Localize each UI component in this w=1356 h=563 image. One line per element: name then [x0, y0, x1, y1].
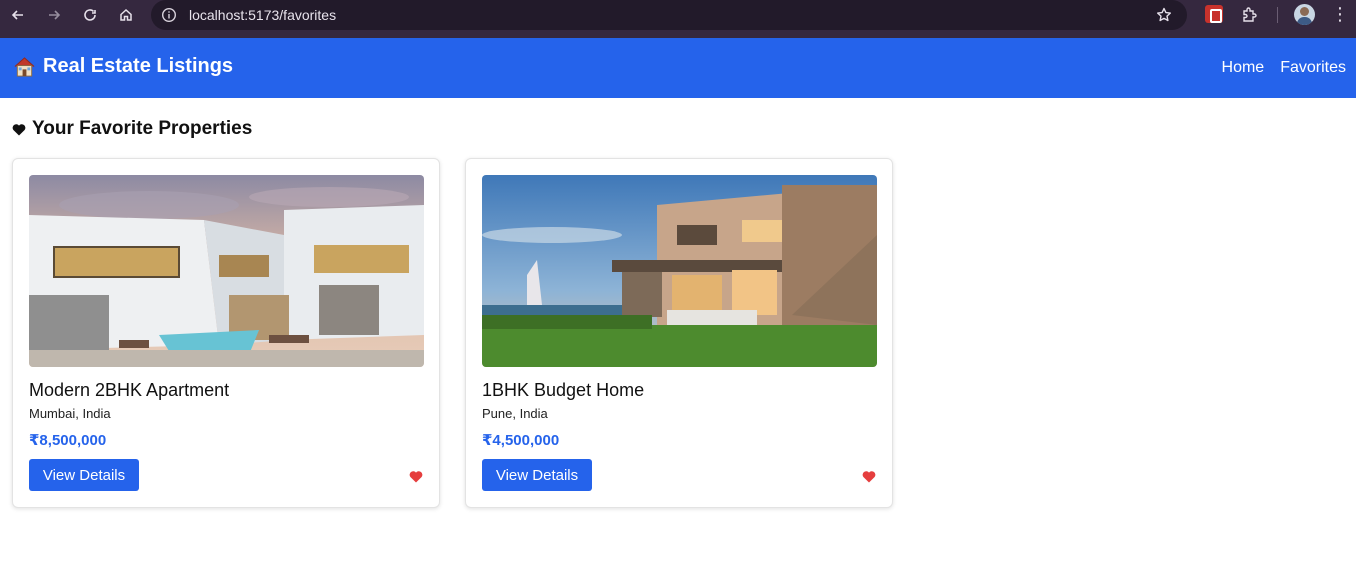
heart-icon: [12, 123, 26, 135]
favorite-heart-icon[interactable]: [409, 470, 423, 483]
property-location: Pune, India: [482, 406, 548, 421]
nav-home-link[interactable]: Home: [1222, 59, 1265, 77]
view-details-button[interactable]: View Details: [482, 459, 592, 491]
profile-avatar[interactable]: [1294, 4, 1315, 25]
address-url[interactable]: localhost:5173/favorites: [189, 7, 336, 23]
page-title-text: Your Favorite Properties: [32, 118, 253, 139]
property-card: 1BHK Budget Home Pune, India ₹4,500,000 …: [465, 158, 893, 508]
more-menu-icon[interactable]: ⋮: [1330, 5, 1350, 25]
nav-favorites-link[interactable]: Favorites: [1280, 59, 1346, 77]
back-icon[interactable]: [7, 4, 29, 26]
home-icon[interactable]: [115, 4, 137, 26]
property-location: Mumbai, India: [29, 406, 111, 421]
forward-icon[interactable]: [43, 4, 65, 26]
extensions-puzzle-icon[interactable]: [1240, 5, 1260, 25]
property-name: 1BHK Budget Home: [482, 380, 645, 400]
property-price: ₹4,500,000: [482, 432, 560, 449]
site-info-icon[interactable]: [161, 7, 177, 23]
property-photo[interactable]: [482, 175, 877, 367]
property-photo[interactable]: [29, 175, 424, 367]
brand[interactable]: Real Estate Listings: [13, 55, 233, 78]
extension-icon[interactable]: [1205, 5, 1223, 23]
page-title: Your Favorite Properties: [12, 118, 252, 140]
bookmark-star-icon[interactable]: [1155, 6, 1173, 24]
reload-icon[interactable]: [79, 4, 101, 26]
browser-toolbar: localhost:5173/favorites ⋮: [0, 0, 1356, 30]
main-nav: Home Favorites: [1222, 59, 1346, 77]
brand-title: Real Estate Listings: [43, 55, 234, 77]
browser-strip: [0, 30, 1356, 38]
view-details-button[interactable]: View Details: [29, 459, 139, 491]
address-bar[interactable]: localhost:5173/favorites: [151, 0, 1187, 30]
property-price: ₹8,500,000: [29, 432, 107, 449]
house-icon: [13, 55, 36, 78]
toolbar-divider: [1277, 7, 1278, 23]
favorite-heart-icon[interactable]: [862, 470, 876, 483]
property-name: Modern 2BHK Apartment: [29, 380, 230, 400]
property-card: Modern 2BHK Apartment Mumbai, India ₹8,5…: [12, 158, 440, 508]
app-header: Real Estate Listings Home Favorites: [0, 38, 1356, 98]
